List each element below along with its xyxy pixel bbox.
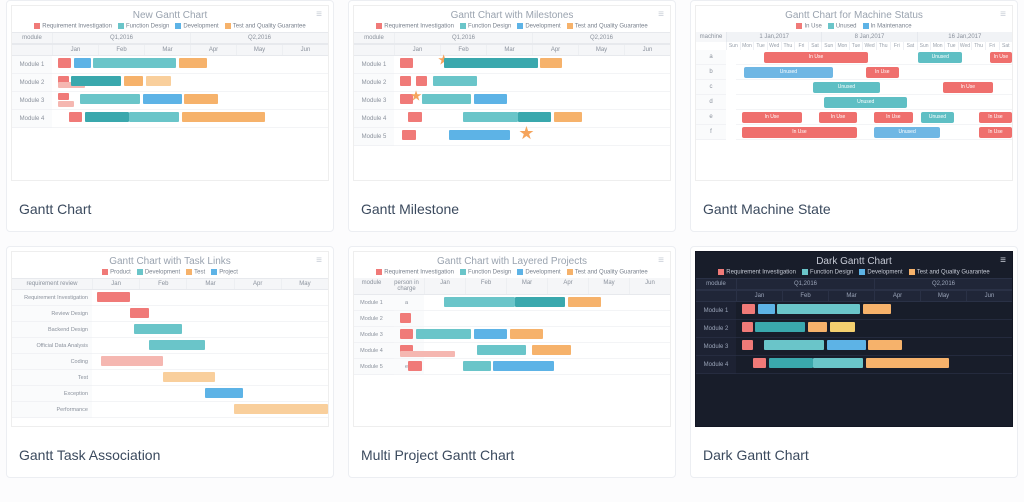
thumbnail: New Gantt Chart ≡ Requirement Investigat…: [7, 1, 333, 185]
milestone-star-icon: ★: [518, 124, 534, 142]
thumbnail: Gantt Chart with Task Links ≡ Product De…: [7, 247, 333, 431]
card-dark-gantt[interactable]: Dark Gantt Chart ≡ Requirement Investiga…: [690, 246, 1018, 478]
menu-icon[interactable]: ≡: [316, 10, 322, 20]
chart-title: New Gantt Chart ≡: [12, 6, 328, 23]
legend: Requirement Investigation Function Desig…: [696, 269, 1012, 278]
chart-title: Gantt Chart for Machine Status ≡: [696, 6, 1012, 23]
legend: Requirement Investigation Function Desig…: [12, 23, 328, 32]
legend: Requirement Investigation Function Desig…: [354, 269, 670, 278]
chart-title: Gantt Chart with Task Links ≡: [12, 252, 328, 269]
card-title: Gantt Machine State: [691, 185, 1017, 221]
legend: Product Development Test Project: [12, 269, 328, 278]
legend: In Use Unused In Maintenance: [696, 23, 1012, 32]
thumbnail: Dark Gantt Chart ≡ Requirement Investiga…: [691, 247, 1017, 431]
card-title: Dark Gantt Chart: [691, 431, 1017, 467]
card-gantt-chart[interactable]: New Gantt Chart ≡ Requirement Investigat…: [6, 0, 334, 232]
card-multi-project-gantt[interactable]: Gantt Chart with Layered Projects ≡ Requ…: [348, 246, 676, 478]
chart-title: Gantt Chart with Milestones ≡: [354, 6, 670, 23]
menu-icon[interactable]: ≡: [658, 10, 664, 20]
thumbnail: Gantt Chart with Milestones ≡ Requiremen…: [349, 1, 675, 185]
card-gantt-machine-state[interactable]: Gantt Chart for Machine Status ≡ In Use …: [690, 0, 1018, 232]
card-title: Multi Project Gantt Chart: [349, 431, 675, 467]
chart-title: Gantt Chart with Layered Projects ≡: [354, 252, 670, 269]
card-title: Gantt Task Association: [7, 431, 333, 467]
thumbnail: Gantt Chart with Layered Projects ≡ Requ…: [349, 247, 675, 431]
milestone-star-icon: ★: [410, 88, 423, 102]
menu-icon[interactable]: ≡: [316, 256, 322, 266]
gallery-grid: New Gantt Chart ≡ Requirement Investigat…: [6, 0, 1018, 478]
card-gantt-milestone[interactable]: Gantt Chart with Milestones ≡ Requiremen…: [348, 0, 676, 232]
card-title: Gantt Milestone: [349, 185, 675, 221]
menu-icon[interactable]: ≡: [1000, 256, 1006, 266]
menu-icon[interactable]: ≡: [1000, 10, 1006, 20]
menu-icon[interactable]: ≡: [658, 256, 664, 266]
chart-title: Dark Gantt Chart ≡: [696, 252, 1012, 269]
thumbnail: Gantt Chart for Machine Status ≡ In Use …: [691, 1, 1017, 185]
card-gantt-task-association[interactable]: Gantt Chart with Task Links ≡ Product De…: [6, 246, 334, 478]
legend: Requirement Investigation Function Desig…: [354, 23, 670, 32]
card-title: Gantt Chart: [7, 185, 333, 221]
